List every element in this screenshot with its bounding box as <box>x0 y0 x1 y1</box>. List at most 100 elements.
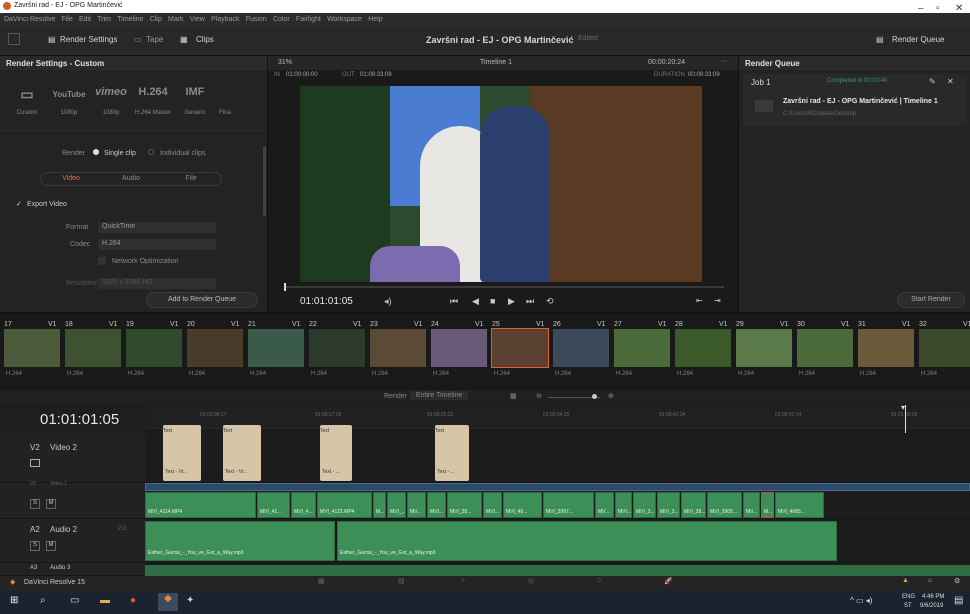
menu-workspace[interactable]: Workspace <box>327 13 362 26</box>
panel-scrollbar[interactable] <box>263 146 266 216</box>
track-view-icon[interactable] <box>30 459 40 467</box>
mute-button[interactable]: M <box>46 541 56 551</box>
clock-date[interactable]: 9/6/2019 <box>920 603 943 609</box>
audio-clip[interactable]: M... <box>761 492 774 518</box>
audio-clip[interactable]: MVI_3... <box>657 492 680 518</box>
audio-clip[interactable]: MVI_3997... <box>543 492 594 518</box>
preset-imf[interactable]: IMF Generic <box>176 86 214 116</box>
zoom-in-icon[interactable]: ⊕ <box>608 392 614 400</box>
menu-fusion[interactable]: Fusion <box>246 13 267 26</box>
home-icon[interactable]: ⌂ <box>928 577 932 584</box>
file-explorer-icon[interactable]: ▬ <box>100 595 110 606</box>
audio-clip[interactable]: MVI_38... <box>447 492 482 518</box>
davinci-taskbar-icon[interactable]: ◆ <box>158 593 178 611</box>
audio-clip[interactable]: MVI_4114.MP4 <box>145 492 256 518</box>
app-taskbar-icon[interactable]: ✦ <box>186 595 194 606</box>
individual-clips-label[interactable]: Individual clips <box>160 150 206 157</box>
audio-clip[interactable]: M... <box>373 492 386 518</box>
menu-edit[interactable]: Edit <box>79 13 91 26</box>
skip-start-icon[interactable]: ⏮ <box>450 296 458 307</box>
render-range-select[interactable]: Entire Timeline <box>410 391 469 400</box>
audio-clip[interactable]: MV... <box>407 492 426 518</box>
clip-thumbnail[interactable] <box>431 329 487 367</box>
timeline-name[interactable]: Timeline 1 <box>480 59 512 66</box>
tray-icons[interactable]: ^ ▭ ◂) <box>850 596 872 605</box>
clip-thumbnail[interactable] <box>65 329 121 367</box>
a3-clip[interactable] <box>145 565 970 576</box>
notifications-icon[interactable]: ▤ <box>954 595 963 606</box>
timeline-ruler[interactable]: 01:00:08:17 01:00:17:03 01:00:25:21 01:0… <box>145 403 970 575</box>
add-to-render-queue-button[interactable]: Add to Render Queue <box>146 292 258 308</box>
audio-clip[interactable]: MVI... <box>427 492 446 518</box>
language-indicator[interactable]: ENG <box>902 594 915 600</box>
menu-mark[interactable]: Mark <box>168 13 184 26</box>
audio-clip[interactable]: MVI_41... <box>257 492 290 518</box>
windows-start-icon[interactable]: ⊞ <box>10 595 18 606</box>
search-icon[interactable]: ⌕ <box>40 595 46 606</box>
mark-in-icon[interactable]: ⇤ <box>696 296 703 305</box>
menu-fairlight[interactable]: Fairlight <box>296 13 321 26</box>
solo-button[interactable]: S <box>30 499 40 509</box>
audio-clip[interactable]: MVI_4065... <box>775 492 824 518</box>
clip-thumbnail[interactable] <box>370 329 426 367</box>
audio-clip[interactable]: MVI_3905... <box>707 492 742 518</box>
preset-final-partial[interactable]: Fina <box>218 86 232 116</box>
render-settings-button[interactable]: Render Settings <box>60 35 117 44</box>
menu-davinci[interactable]: DaVinci Resolve <box>4 13 55 26</box>
clips-button[interactable]: Clips <box>196 35 214 44</box>
text-clip[interactable]: Text Text - Vr... <box>223 425 261 481</box>
job-remove-icon[interactable]: ✕ <box>947 77 954 86</box>
menu-view[interactable]: View <box>190 13 205 26</box>
options-icon[interactable]: ··· <box>720 58 727 65</box>
audio-clip[interactable]: MVI... <box>483 492 502 518</box>
zoom-out-icon[interactable]: ⊖ <box>536 392 542 400</box>
tab-file[interactable]: File <box>161 173 221 185</box>
audio-clip[interactable]: MV... <box>595 492 614 518</box>
edit-page-icon[interactable]: ▤ <box>398 577 405 585</box>
audio-clip[interactable]: MVI... <box>615 492 632 518</box>
clip-thumbnail[interactable] <box>248 329 304 367</box>
job-edit-icon[interactable]: ✎ <box>929 77 936 86</box>
format-select[interactable]: QuickTime <box>98 222 216 233</box>
single-clip-label[interactable]: Single clip <box>104 150 136 157</box>
menu-playback[interactable]: Playback <box>211 13 239 26</box>
media-page-icon[interactable]: ▦ <box>318 577 325 585</box>
task-view-icon[interactable]: ▭ <box>70 595 79 606</box>
warning-icon[interactable]: ▲ <box>902 577 909 584</box>
clip-thumbnail[interactable] <box>858 329 914 367</box>
zoom-level[interactable]: 31% <box>278 59 292 66</box>
codec-select[interactable]: H.264 <box>98 239 216 250</box>
firefox-icon[interactable]: ● <box>130 595 136 606</box>
video-strip[interactable] <box>145 483 970 491</box>
clip-thumbnail[interactable] <box>614 329 670 367</box>
zoom-slider-handle[interactable] <box>592 394 597 399</box>
clip-thumbnail[interactable] <box>919 329 970 367</box>
playhead-marker-icon[interactable]: ▾ <box>901 403 905 412</box>
stop-icon[interactable]: ■ <box>490 296 495 306</box>
render-queue-button[interactable]: Render Queue <box>892 35 944 44</box>
clock-time[interactable]: 4:46 PM <box>922 594 944 600</box>
menu-file[interactable]: File <box>61 13 72 26</box>
audio-clip[interactable]: MVI_... <box>387 492 406 518</box>
thumbnail-view-icon[interactable]: ▦ <box>510 392 517 400</box>
individual-clips-radio-icon[interactable] <box>148 149 154 155</box>
solo-button[interactable]: S <box>30 541 40 551</box>
play-icon[interactable]: ▶ <box>508 296 515 307</box>
menu-timeline[interactable]: Timeline <box>117 13 143 26</box>
tab-video[interactable]: Video <box>41 173 101 185</box>
audio-clip[interactable]: MV... <box>743 492 760 518</box>
tape-button[interactable]: Tape <box>146 35 163 44</box>
clip-thumbnail[interactable] <box>309 329 365 367</box>
network-opt-checkbox[interactable] <box>98 257 106 265</box>
deliver-page-icon[interactable]: 🚀 <box>664 577 673 585</box>
text-clip[interactable]: Text Text - Vr... <box>163 425 201 481</box>
audio-clip[interactable]: MVI_4... <box>291 492 316 518</box>
mute-button[interactable]: M <box>46 499 56 509</box>
menu-clip[interactable]: Clip <box>150 13 162 26</box>
panel-toggle-icon[interactable] <box>8 33 20 45</box>
text-clip[interactable]: Text Text - ... <box>435 425 469 481</box>
preset-vimeo[interactable]: vimeo 1080p <box>92 86 130 116</box>
clip-thumbnail[interactable] <box>675 329 731 367</box>
menu-help[interactable]: Help <box>368 13 382 26</box>
audio-icon[interactable]: ◂) <box>384 296 392 307</box>
